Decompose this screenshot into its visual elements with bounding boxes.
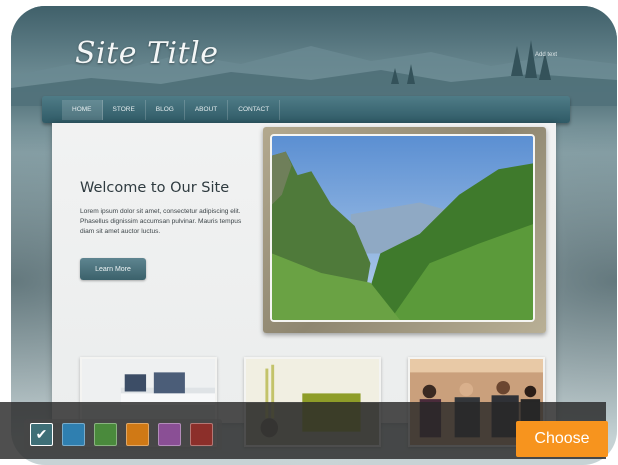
color-swatch-green[interactable] bbox=[94, 423, 117, 446]
nav-item-store[interactable]: STORE bbox=[103, 99, 146, 120]
color-swatch-red[interactable] bbox=[190, 423, 213, 446]
color-swatch-blue[interactable] bbox=[62, 423, 85, 446]
welcome-heading: Welcome to Our Site bbox=[80, 180, 230, 196]
color-swatch-teal[interactable]: ✔ bbox=[30, 423, 53, 446]
checkmark-icon: ✔ bbox=[35, 426, 48, 442]
mountain-photo bbox=[270, 134, 535, 322]
nav-item-blog[interactable]: BLOG bbox=[146, 99, 185, 120]
site-title: Site Title bbox=[75, 36, 219, 71]
add-text-link[interactable]: Add text bbox=[535, 52, 557, 58]
choose-button[interactable]: Choose bbox=[516, 421, 608, 457]
intro-paragraph: Lorem ipsum dolor sit amet, consectetur … bbox=[80, 208, 242, 235]
learn-more-button[interactable]: Learn More bbox=[80, 258, 146, 280]
nav-item-home[interactable]: HOME bbox=[62, 99, 103, 120]
nav-item-about[interactable]: ABOUT bbox=[185, 99, 229, 120]
main-navigation: HOME STORE BLOG ABOUT CONTACT bbox=[42, 96, 570, 123]
nav-item-contact[interactable]: CONTACT bbox=[228, 99, 281, 120]
color-swatch-orange[interactable] bbox=[126, 423, 149, 446]
color-swatch-purple[interactable] bbox=[158, 423, 181, 446]
